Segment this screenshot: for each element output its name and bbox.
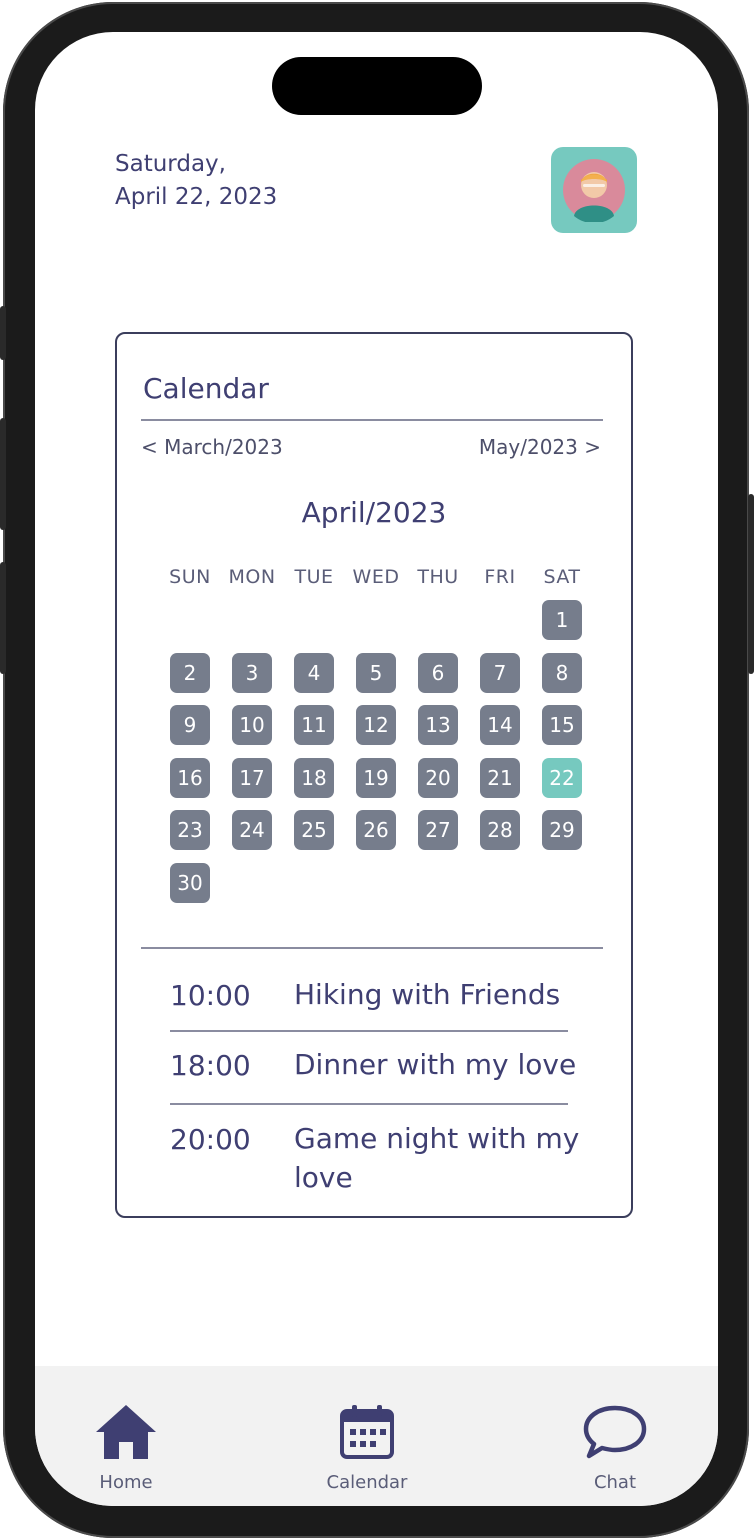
date-full: April 22, 2023 <box>115 184 278 210</box>
calendar-icon <box>340 1405 394 1459</box>
month-title: April/2023 <box>301 496 447 529</box>
calendar-day[interactable]: 7 <box>480 652 520 693</box>
event-time: 18:00 <box>170 1049 251 1082</box>
avatar-button[interactable] <box>551 147 637 233</box>
event-divider <box>170 1030 568 1032</box>
calendar-day[interactable]: 10 <box>232 705 272 745</box>
calendar-day[interactable]: 21 <box>480 757 520 798</box>
calendar-day[interactable]: 16 <box>170 757 210 798</box>
weekday-label: MON <box>228 566 276 588</box>
calendar-title: Calendar <box>143 372 269 405</box>
calendar-day[interactable]: 11 <box>294 705 334 745</box>
calendar-day[interactable]: 6 <box>418 652 458 693</box>
prev-month-link[interactable]: < March/2023 <box>141 435 283 459</box>
calendar-day[interactable]: 8 <box>542 652 582 693</box>
calendar-day[interactable]: 1 <box>542 600 582 640</box>
calendar-day[interactable]: 30 <box>170 862 210 903</box>
calendar-day[interactable]: 19 <box>356 757 396 798</box>
calendar-day[interactable]: 20 <box>418 757 458 798</box>
calendar-day[interactable]: 17 <box>232 757 272 798</box>
power-button <box>748 494 754 674</box>
calendar-day[interactable]: 4 <box>294 652 334 693</box>
date-weekday: Saturday, <box>115 151 226 177</box>
calendar-day[interactable]: 26 <box>356 810 396 850</box>
nav-chat-label: Chat <box>593 1472 637 1493</box>
calendar-day[interactable]: 29 <box>542 810 582 850</box>
weekday-label: WED <box>352 566 400 588</box>
event-time: 20:00 <box>170 1123 251 1156</box>
volume-down-button <box>0 562 6 674</box>
dynamic-island <box>272 57 482 115</box>
title-divider <box>141 419 603 421</box>
weekday-label: SAT <box>543 566 581 588</box>
event-title[interactable]: Dinner with my love <box>294 1045 584 1084</box>
next-month-link[interactable]: May/2023 > <box>479 435 601 459</box>
action-button <box>0 306 6 360</box>
bottom-nav-bar: Home Calendar Chat <box>35 1366 718 1506</box>
nav-calendar-label: Calendar <box>326 1472 408 1493</box>
calendar-day[interactable]: 27 <box>418 810 458 850</box>
calendar-day[interactable]: 12 <box>356 705 396 745</box>
nav-home[interactable]: Home <box>56 1402 196 1493</box>
weekday-label: SUN <box>169 566 211 588</box>
calendar-day[interactable]: 24 <box>232 810 272 850</box>
calendar-day[interactable]: 5 <box>356 652 396 693</box>
calendar-day[interactable]: 14 <box>480 705 520 745</box>
event-divider <box>170 1103 568 1105</box>
current-date: Saturday, April 22, 2023 <box>115 148 277 214</box>
event-time: 10:00 <box>170 979 251 1012</box>
weekday-label: FRI <box>484 566 516 588</box>
calendar-day-selected[interactable]: 22 <box>542 757 582 798</box>
calendar-day[interactable]: 13 <box>418 705 458 745</box>
events-divider <box>141 947 603 949</box>
volume-up-button <box>0 418 6 530</box>
chat-bubble-icon <box>583 1405 647 1459</box>
calendar-day[interactable]: 2 <box>170 652 210 693</box>
nav-chat[interactable]: Chat <box>545 1402 685 1493</box>
weekday-label: THU <box>417 566 459 588</box>
event-title[interactable]: Hiking with Friends <box>294 975 584 1014</box>
calendar-day[interactable]: 3 <box>232 652 272 693</box>
calendar-day[interactable]: 15 <box>542 705 582 745</box>
calendar-day[interactable]: 25 <box>294 810 334 850</box>
nav-home-label: Home <box>99 1472 153 1493</box>
calendar-day[interactable]: 23 <box>170 810 210 850</box>
weekday-label: TUE <box>294 566 334 588</box>
nav-calendar[interactable]: Calendar <box>297 1402 437 1493</box>
calendar-day[interactable]: 18 <box>294 757 334 798</box>
calendar-day[interactable]: 28 <box>480 810 520 850</box>
home-icon <box>96 1405 156 1459</box>
user-avatar-icon <box>563 159 625 222</box>
event-title[interactable]: Game night with my love <box>294 1119 584 1197</box>
calendar-card: Calendar < March/2023 May/2023 > April/2… <box>115 332 633 1218</box>
app-screen: Saturday, April 22, 2023 Calendar < Marc… <box>35 32 718 1506</box>
calendar-day[interactable]: 9 <box>170 705 210 745</box>
